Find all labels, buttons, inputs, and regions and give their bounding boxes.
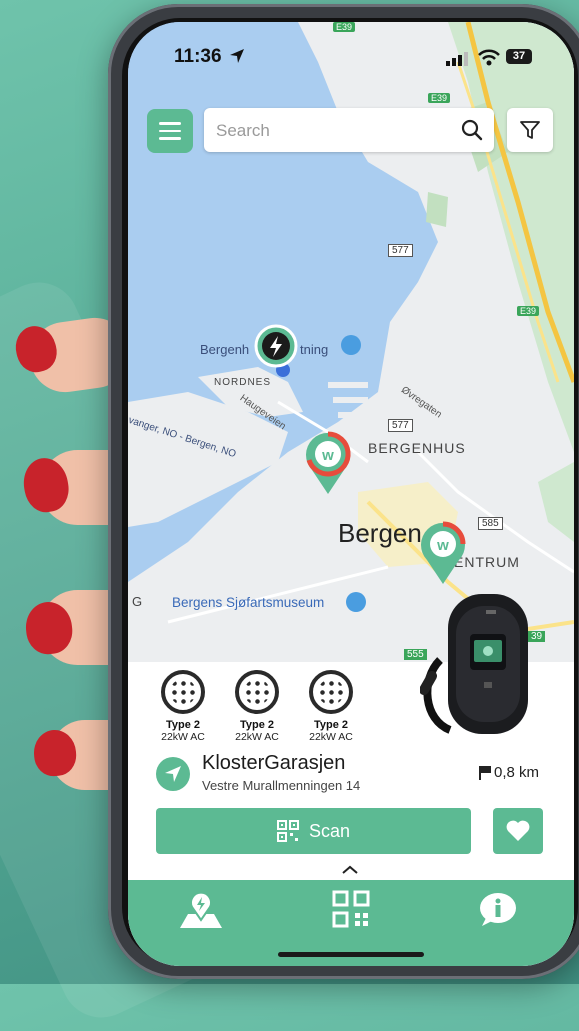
type2-plug-icon: [161, 670, 205, 714]
connector-power: 22kW AC: [161, 731, 205, 743]
home-indicator: [278, 952, 424, 957]
map-label-bergenhus-festning: Bergenh: [200, 342, 250, 357]
connector-item: Type 2 22kW AC: [222, 670, 292, 743]
station-address: Vestre Murallmenningen 14: [202, 778, 361, 793]
connector-power: 22kW AC: [235, 731, 279, 743]
filter-button[interactable]: [507, 108, 553, 152]
station-name: KlosterGarasjen: [202, 752, 346, 774]
road-badge-585: 585: [478, 517, 503, 530]
ev-charger-image: [420, 594, 528, 734]
distance-value: 0,8 km: [494, 764, 540, 781]
connector-item: Type 2 22kW AC: [296, 670, 366, 743]
search-bar[interactable]: [204, 108, 494, 154]
connector-type: Type 2: [165, 719, 201, 731]
app-screen: E39 E39 E39 577 577 585 555 39 Bergenh t…: [128, 22, 574, 966]
heart-icon: [506, 820, 530, 841]
type2-plug-icon: [235, 670, 279, 714]
road-badge-e39: E39: [428, 93, 451, 103]
connector-power: 22kW AC: [309, 731, 353, 743]
qr-code-icon[interactable]: [332, 890, 370, 928]
type2-plug-icon: [309, 670, 353, 714]
scan-button[interactable]: Scan: [156, 808, 471, 854]
navigation-arrow-icon: [165, 766, 181, 782]
navigate-button[interactable]: [156, 757, 190, 791]
menu-button[interactable]: [147, 109, 193, 153]
connector-type: Type 2: [239, 719, 275, 731]
flag-icon: [479, 765, 491, 780]
qr-code-icon: [276, 820, 299, 842]
chevron-up-icon[interactable]: [340, 864, 360, 876]
scan-label: Scan: [308, 820, 351, 841]
charging-station-pin[interactable]: [254, 324, 298, 372]
road-badge-577: 577: [388, 244, 413, 257]
map-pin-icon[interactable]: [178, 890, 224, 930]
map-label-nordnes: NORDNES: [214, 377, 272, 388]
search-icon[interactable]: [460, 118, 484, 142]
map-label-bergenhus-festning-end: tning: [300, 342, 329, 357]
map-label-edge: G: [132, 594, 143, 609]
connector-item: Type 2 22kW AC: [148, 670, 218, 743]
location-arrow-icon: [230, 49, 244, 63]
connector-type: Type 2: [313, 719, 349, 731]
svg-text:w: w: [321, 447, 334, 464]
svg-text:w: w: [436, 537, 449, 554]
station-distance: 0,8 km: [478, 764, 539, 781]
signal-icon: [446, 52, 468, 66]
map-label-bergen: Bergen: [338, 518, 422, 548]
road-badge-e39: E39: [517, 306, 540, 316]
charging-station-pin[interactable]: w: [304, 430, 352, 496]
status-time: 11:36: [174, 46, 222, 67]
map-label-museum: Bergens Sjøfartsmuseum: [172, 595, 325, 610]
hamburger-icon: [159, 122, 181, 125]
status-bar: 11:36 37: [128, 22, 574, 82]
favorite-button[interactable]: [493, 808, 543, 854]
map-label-bergenhus: BERGENHUS: [368, 440, 466, 456]
charging-station-pin-selected[interactable]: w: [419, 520, 467, 586]
search-input[interactable]: [214, 108, 458, 154]
info-icon[interactable]: [478, 892, 518, 928]
road-badge-577: 577: [388, 419, 413, 432]
wifi-icon: [478, 49, 500, 66]
filter-icon: [520, 121, 540, 139]
battery-indicator: 37: [506, 49, 532, 64]
